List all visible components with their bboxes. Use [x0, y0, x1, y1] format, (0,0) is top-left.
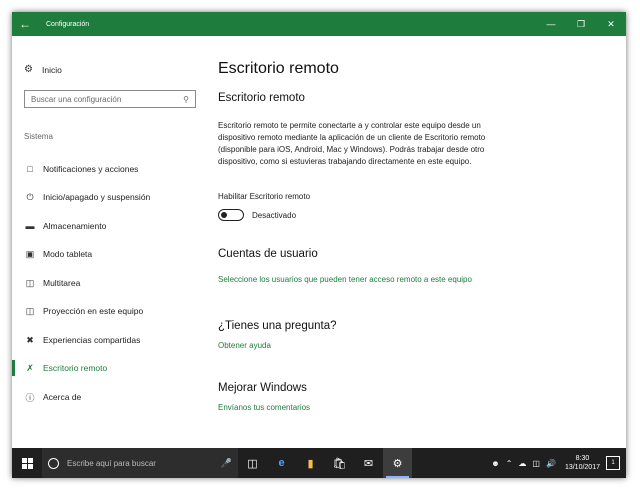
cortana-icon	[48, 457, 59, 469]
mail-icon: ✉	[363, 457, 374, 470]
clock-date: 13/10/2017	[564, 464, 600, 471]
file-explorer-button[interactable]: ▮	[296, 448, 325, 478]
system-tray: ☻ ⌃ ☁ ◫ 🔊 8:30 13/10/2017 1	[488, 454, 626, 472]
arrow-left-icon: ←	[19, 17, 31, 31]
sidebar-item-notifications[interactable]: □ Notificaciones y acciones	[12, 159, 202, 179]
store-button[interactable]: 🛍	[325, 448, 354, 478]
volume-icon[interactable]: 🔊	[546, 459, 556, 468]
feedback-link[interactable]: Envíanos tus comentarios	[218, 402, 488, 414]
select-users-link[interactable]: Seleccione los usuarios que pueden tener…	[218, 274, 488, 286]
sidebar-item-label: Inicio/apagado y suspensión	[43, 192, 151, 202]
info-icon: ⓘ	[25, 392, 35, 403]
close-icon: ✕	[607, 18, 615, 29]
home-link[interactable]: ⚙ Inicio	[24, 64, 62, 75]
start-button[interactable]	[12, 448, 42, 478]
question-title: ¿Tienes una pregunta?	[218, 320, 337, 332]
search-input[interactable]: Buscar una configuración ⚲	[24, 90, 196, 108]
sidebar-item-label: Notificaciones y acciones	[43, 164, 139, 174]
taskbar-search[interactable]: Escribe aquí para buscar 🎤	[42, 448, 238, 478]
maximize-button[interactable]: ❐	[566, 12, 596, 36]
toggle-label: Habilitar Escritorio remoto	[218, 192, 311, 201]
edge-button[interactable]: e	[267, 448, 296, 478]
edge-icon: e	[278, 457, 285, 469]
sidebar-item-remote-desktop[interactable]: ✗ Escritorio remoto	[12, 358, 202, 378]
storage-icon: ▬	[25, 221, 35, 231]
accounts-title: Cuentas de usuario	[218, 248, 318, 260]
sidebar-item-label: Proyección en este equipo	[43, 306, 144, 316]
remote-desktop-toggle-row: Desactivado	[218, 209, 296, 221]
windows-logo-icon	[21, 457, 33, 469]
clock[interactable]: 8:30 13/10/2017	[565, 454, 600, 472]
taskbar-search-placeholder: Escribe aquí para buscar	[67, 458, 156, 468]
settings-taskbar-button[interactable]: ⚙	[383, 448, 412, 478]
main-content: Escritorio remoto Escritorio remoto Escr…	[218, 36, 618, 456]
cloud-icon[interactable]: ☁	[518, 459, 526, 468]
sidebar-item-about[interactable]: ⓘ Acerca de	[12, 387, 202, 407]
title-bar: ← Configuración — ❐ ✕	[12, 12, 626, 36]
section-label: Sistema	[24, 132, 53, 141]
taskbar: Escribe aquí para buscar 🎤 ◫ e ▮ 🛍 ✉ ⚙ ☻…	[12, 448, 626, 478]
sidebar-item-label: Escritorio remoto	[43, 363, 108, 373]
shared-icon: ✖	[26, 334, 34, 345]
sidebar-item-power[interactable]: ⏻ Inicio/apagado y suspensión	[12, 187, 202, 207]
sidebar-item-label: Modo tableta	[43, 249, 93, 259]
close-button[interactable]: ✕	[596, 12, 626, 36]
notification-count: 1	[611, 460, 615, 466]
sidebar-item-label: Multitarea	[43, 278, 81, 288]
people-icon[interactable]: ☻	[491, 459, 499, 468]
tablet-icon: ▣	[25, 248, 35, 259]
gear-icon: ⚙	[24, 64, 33, 75]
section-title: Escritorio remoto	[218, 92, 305, 104]
help-link[interactable]: Obtener ayuda	[218, 340, 488, 352]
gear-icon: ⚙	[392, 457, 403, 470]
sidebar: ⚙ Inicio Buscar una configuración ⚲ Sist…	[12, 36, 202, 456]
sidebar-item-tablet[interactable]: ▣ Modo tableta	[12, 244, 202, 264]
sidebar-item-shared[interactable]: ✖ Experiencias compartidas	[12, 330, 202, 350]
chevron-up-icon[interactable]: ⌃	[506, 459, 513, 468]
action-center-button[interactable]: 1	[606, 456, 620, 470]
sidebar-item-label: Almacenamiento	[43, 221, 107, 231]
search-placeholder: Buscar una configuración	[31, 94, 122, 104]
settings-window: ← Configuración — ❐ ✕ ⚙ Inicio Buscar un…	[12, 12, 626, 478]
folder-icon: ▮	[307, 457, 314, 470]
minimize-icon: —	[546, 19, 556, 29]
sidebar-item-multitask[interactable]: ◫ Multitarea	[12, 273, 202, 293]
task-view-button[interactable]: ◫	[238, 448, 267, 478]
multitask-icon: ◫	[25, 277, 35, 288]
restore-icon: ❐	[576, 18, 586, 29]
improve-title: Mejorar Windows	[218, 382, 307, 394]
network-icon[interactable]: ◫	[532, 459, 540, 468]
sidebar-item-projection[interactable]: ◫ Proyección en este equipo	[12, 301, 202, 321]
project-icon: ◫	[25, 305, 35, 316]
clock-time: 8:30	[575, 455, 590, 462]
notification-icon: □	[27, 164, 33, 174]
back-button[interactable]: ←	[12, 12, 38, 36]
task-view-icon: ◫	[247, 457, 258, 470]
toggle-state: Desactivado	[252, 210, 297, 220]
window-title: Configuración	[46, 20, 90, 28]
page-title: Escritorio remoto	[218, 60, 339, 77]
home-label: Inicio	[42, 64, 62, 75]
microphone-icon[interactable]: 🎤	[221, 458, 232, 469]
mail-button[interactable]: ✉	[354, 448, 383, 478]
power-icon: ⏻	[26, 191, 34, 202]
remote-icon: ✗	[26, 362, 34, 373]
search-icon: ⚲	[183, 94, 189, 104]
description: Escritorio remoto te permite conectarte …	[218, 121, 486, 166]
store-icon: 🛍	[332, 457, 347, 470]
sidebar-item-storage[interactable]: ▬ Almacenamiento	[12, 216, 202, 236]
sidebar-item-label: Experiencias compartidas	[43, 335, 141, 345]
minimize-button[interactable]: —	[536, 12, 566, 36]
sidebar-item-label: Acerca de	[43, 392, 82, 402]
remote-desktop-toggle[interactable]	[218, 209, 244, 221]
